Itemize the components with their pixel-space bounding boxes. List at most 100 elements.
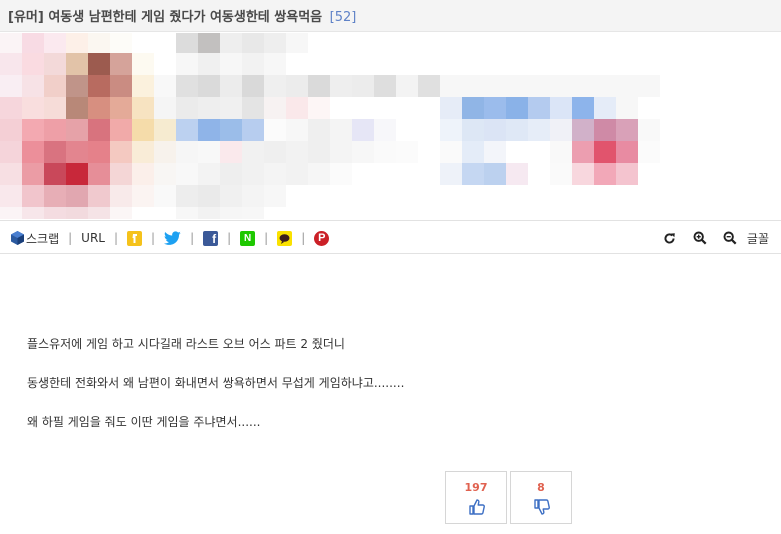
mosaic-tile xyxy=(462,141,484,163)
mosaic-tile xyxy=(0,185,22,207)
twitter-icon xyxy=(164,230,181,245)
downvote-button[interactable]: 8 xyxy=(510,471,572,524)
mosaic-tile xyxy=(638,141,660,163)
mosaic-tile xyxy=(66,33,88,53)
mosaic-tile xyxy=(0,75,22,97)
mosaic-tile xyxy=(88,97,110,119)
mosaic-tile xyxy=(22,119,44,141)
naver-share-button[interactable]: N xyxy=(240,230,256,246)
mosaic-tile xyxy=(528,97,550,119)
mosaic-tile xyxy=(110,97,132,119)
mosaic-tile xyxy=(572,141,594,163)
kakaotalk-icon xyxy=(277,230,293,246)
mosaic-tile xyxy=(176,97,198,119)
kakaostory-share-button[interactable] xyxy=(127,230,143,246)
upvote-button[interactable]: 197 xyxy=(445,471,507,524)
mosaic-tile xyxy=(0,207,22,219)
pinterest-share-button[interactable]: P xyxy=(314,230,330,246)
kakaotalk-share-button[interactable] xyxy=(277,230,293,246)
mosaic-tile xyxy=(484,97,506,119)
mosaic-tile xyxy=(352,75,374,97)
zoom-in-button[interactable] xyxy=(692,230,708,246)
mosaic-tile xyxy=(220,75,242,97)
separator: | xyxy=(301,231,306,245)
mosaic-tile xyxy=(594,141,616,163)
font-settings-button[interactable]: 글꼴 xyxy=(747,230,769,247)
mosaic-tile xyxy=(44,141,66,163)
mosaic-tile xyxy=(616,119,638,141)
mosaic-tile xyxy=(154,119,176,141)
mosaic-tile xyxy=(22,75,44,97)
mosaic-tile xyxy=(594,163,616,185)
mosaic-tile xyxy=(286,33,308,53)
mosaic-tile xyxy=(176,75,198,97)
mosaic-tile xyxy=(242,185,264,207)
mosaic-tile xyxy=(198,97,220,119)
kakaostory-icon xyxy=(127,230,143,246)
mosaic-tile xyxy=(22,185,44,207)
twitter-share-button[interactable] xyxy=(164,230,181,246)
mosaic-tile xyxy=(462,163,484,185)
mosaic-tile xyxy=(440,97,462,119)
mosaic-tile xyxy=(176,53,198,75)
mosaic-tile xyxy=(110,185,132,207)
url-button[interactable]: URL xyxy=(81,231,105,245)
refresh-button[interactable] xyxy=(662,230,678,246)
post-title-text[interactable]: 여동생 남편한테 게임 줬다가 여동생한테 쌍욕먹음 xyxy=(48,10,322,25)
mosaic-tile xyxy=(550,141,572,163)
mosaic-tile xyxy=(132,185,154,207)
mosaic-tile xyxy=(572,97,594,119)
mosaic-tile xyxy=(484,119,506,141)
mosaic-tile xyxy=(198,33,220,53)
separator: | xyxy=(68,231,73,245)
thumbs-down-icon xyxy=(534,499,550,515)
mosaic-tile xyxy=(0,33,22,53)
facebook-share-button[interactable]: f xyxy=(203,230,219,246)
mosaic-tile xyxy=(264,141,286,163)
mosaic-tile xyxy=(242,119,264,141)
mosaic-tile xyxy=(572,119,594,141)
scrap-label: 스크랩 xyxy=(26,231,60,246)
mosaic-tile xyxy=(308,119,330,141)
mosaic-tile xyxy=(440,119,462,141)
mosaic-tile xyxy=(264,75,286,97)
zoom-out-button[interactable] xyxy=(722,230,738,246)
mosaic-tile xyxy=(44,185,66,207)
mosaic-tile xyxy=(506,97,528,119)
mosaic-tile xyxy=(44,163,66,185)
mosaic-tile xyxy=(0,53,22,75)
separator: | xyxy=(190,231,195,245)
mosaic-tile xyxy=(132,163,154,185)
mosaic-tile xyxy=(550,97,572,119)
mosaic-tile xyxy=(88,141,110,163)
scrap-icon xyxy=(11,231,24,245)
mosaic-tile xyxy=(176,119,198,141)
mosaic-tile xyxy=(308,75,330,97)
mosaic-tile xyxy=(44,33,66,53)
mosaic-tile xyxy=(220,119,242,141)
mosaic-tile xyxy=(176,33,198,53)
mosaic-tile xyxy=(66,97,88,119)
mosaic-tile xyxy=(286,141,308,163)
mosaic-image xyxy=(0,33,660,219)
mosaic-tile xyxy=(484,75,506,97)
downvote-count: 8 xyxy=(537,481,545,494)
mosaic-tile xyxy=(0,97,22,119)
mosaic-tile xyxy=(242,207,264,219)
separator: | xyxy=(227,231,232,245)
mosaic-tile xyxy=(154,141,176,163)
mosaic-tile xyxy=(44,97,66,119)
comment-count[interactable]: [52] xyxy=(330,10,357,25)
mosaic-tile xyxy=(594,119,616,141)
share-links: 스크랩 | URL | | | f | N | | P xyxy=(11,228,330,248)
mosaic-tile xyxy=(330,119,352,141)
scrap-button[interactable]: 스크랩 xyxy=(11,230,59,247)
zoom-in-icon xyxy=(693,231,707,245)
mosaic-tile xyxy=(506,119,528,141)
mosaic-tile xyxy=(242,97,264,119)
mosaic-tile xyxy=(44,53,66,75)
mosaic-tile xyxy=(242,33,264,53)
mosaic-tile xyxy=(110,163,132,185)
pinterest-icon: P xyxy=(314,230,330,246)
mosaic-tile xyxy=(506,163,528,185)
